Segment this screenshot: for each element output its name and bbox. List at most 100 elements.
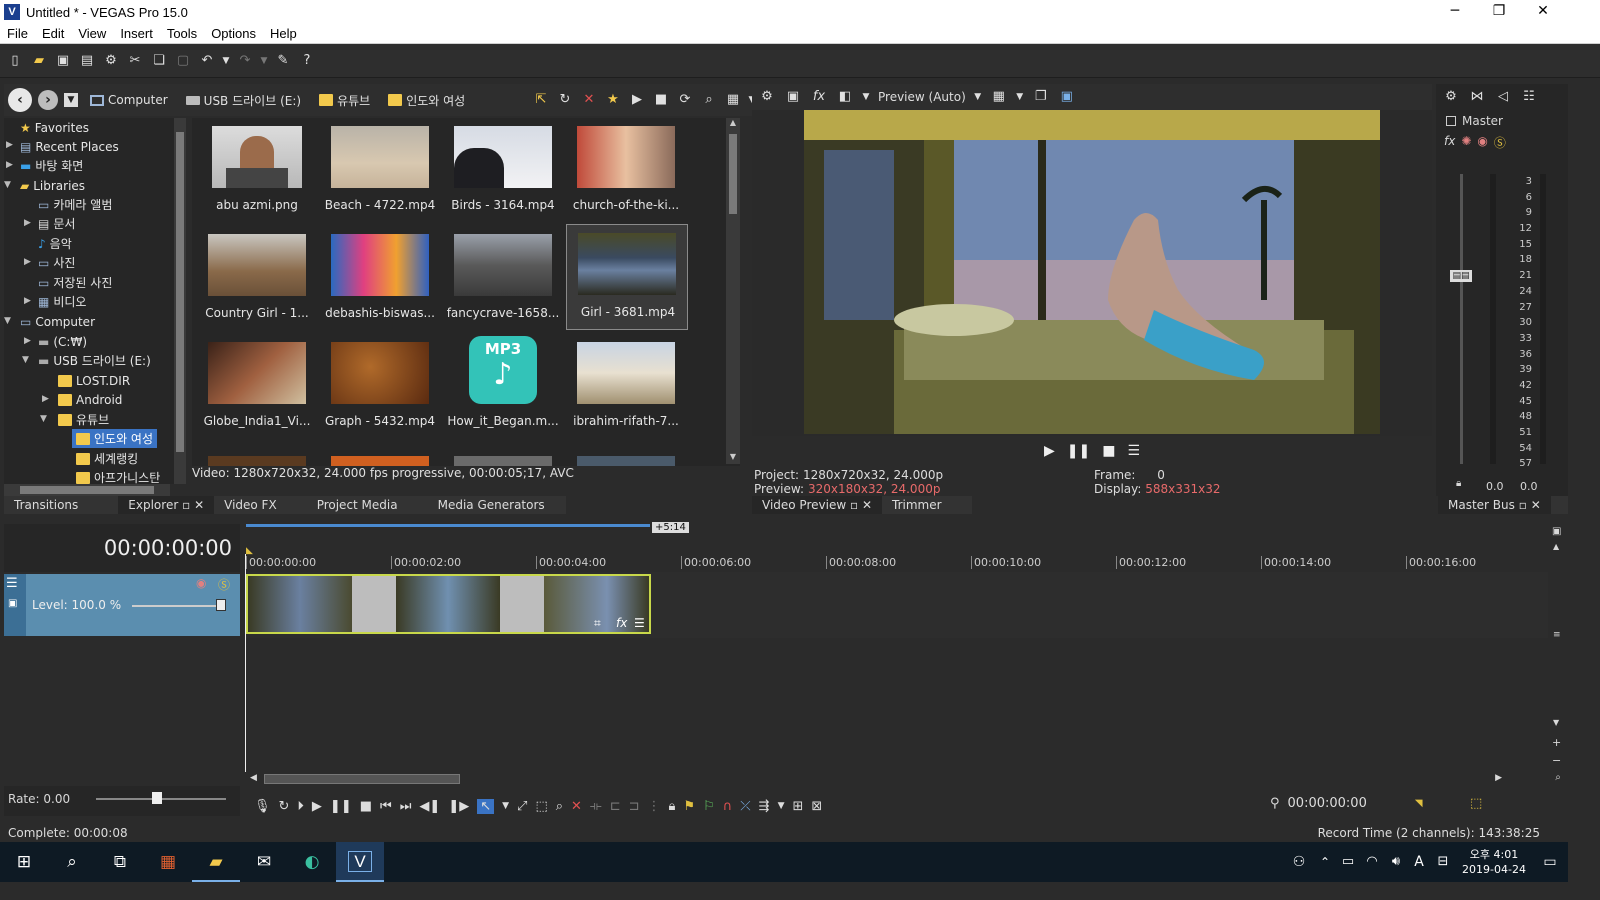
master-settings-icon[interactable]: ⚙: [1442, 88, 1460, 106]
automation-gear-icon[interactable]: ✺: [1461, 134, 1471, 151]
preview-settings-icon[interactable]: ⚙: [758, 88, 776, 106]
menu-view[interactable]: View: [71, 26, 113, 41]
expand-caret-icon[interactable]: ▶: [24, 336, 31, 346]
file-thumb[interactable]: ibrahim-rifath-7...: [561, 334, 683, 440]
taskbar-clock[interactable]: 오후 4:01 2019-04-24: [1456, 847, 1532, 877]
file-thumb-selected[interactable]: Girl - 3681.mp4: [566, 224, 688, 330]
split-icon[interactable]: ⋮: [648, 799, 661, 814]
cut-icon[interactable]: ✂: [126, 52, 144, 70]
browser-icon[interactable]: ◐: [288, 842, 336, 882]
tree-scrollbar[interactable]: [174, 118, 186, 484]
master-fader-track[interactable]: [1460, 174, 1463, 464]
tree-music[interactable]: ♪ 음악: [38, 234, 72, 253]
preview-quality-select[interactable]: Preview (Auto): [878, 90, 966, 104]
ignore-grouping-icon[interactable]: ⊠: [811, 799, 822, 814]
insert-region-icon[interactable]: ⚐: [703, 799, 715, 814]
close-tab-icon[interactable]: ✕: [1531, 498, 1541, 512]
file-thumb[interactable]: Country Girl - 1...: [192, 226, 314, 332]
scroll-thumb[interactable]: [729, 134, 737, 214]
open-folder-icon[interactable]: ▰: [30, 52, 48, 70]
tree-documents[interactable]: ▤ 문서: [38, 214, 75, 233]
windows-start-icon[interactable]: ⊞: [0, 842, 48, 882]
menu-options[interactable]: Options: [204, 26, 263, 41]
search-icon[interactable]: ⌕: [700, 91, 718, 109]
play-from-start-icon[interactable]: ⏵: [297, 799, 304, 814]
new-file-icon[interactable]: ▯: [6, 52, 24, 70]
master-checkbox[interactable]: [1446, 116, 1456, 126]
undock-icon[interactable]: ▫: [1519, 498, 1527, 512]
snapping-icon[interactable]: ∩: [723, 799, 733, 814]
zoom-in-icon[interactable]: +: [1552, 736, 1561, 749]
file-thumb[interactable]: Graph - 5432.mp4: [315, 334, 437, 440]
tree-hscrollbar[interactable]: [4, 484, 170, 496]
maximize-button[interactable]: ❐: [1476, 0, 1522, 24]
show-hidden-icons[interactable]: ⌃: [1314, 842, 1336, 882]
tab-video-preview[interactable]: Video Preview ▫ ✕: [752, 496, 883, 514]
undock-icon[interactable]: ▫: [850, 498, 858, 512]
refresh-icon[interactable]: ↻: [556, 91, 574, 109]
clip-fx-icon[interactable]: fx: [616, 616, 627, 630]
tree-usb-drive[interactable]: ▬ USB 드라이브 (E:): [38, 351, 151, 370]
video-clip[interactable]: ⌗ fx ☰: [246, 574, 651, 634]
loop-playback-icon[interactable]: ↻: [279, 799, 290, 814]
battery-icon[interactable]: ▭: [1336, 842, 1360, 882]
notifications-icon[interactable]: ▭: [1532, 842, 1568, 882]
expand-caret-icon[interactable]: ▶: [24, 296, 31, 306]
save-as-icon[interactable]: ▤: [78, 52, 96, 70]
file-thumb[interactable]: abu azmi.png: [192, 118, 314, 224]
tree-videos[interactable]: ▦ 비디오: [38, 292, 86, 311]
zoom-tool-icon[interactable]: ⌕: [1548, 772, 1568, 786]
pause-icon[interactable]: ❚❚: [330, 799, 352, 814]
quality-dropdown-icon[interactable]: ▼: [974, 88, 982, 106]
master-fader-knob[interactable]: ▤▤: [1450, 270, 1472, 282]
next-frame-icon[interactable]: ❚▶: [448, 799, 469, 814]
stop-icon[interactable]: ■: [360, 799, 372, 814]
selection-length-icon[interactable]: ⬚: [1470, 796, 1482, 811]
wifi-icon[interactable]: ◠: [1360, 842, 1384, 882]
stop-icon[interactable]: ■: [1102, 443, 1115, 459]
tab-media-generators[interactable]: Media Generators: [428, 496, 555, 514]
tree-saved-pictures[interactable]: ▭ 저장된 사진: [38, 273, 112, 292]
close-tab-icon[interactable]: ✕: [194, 498, 204, 512]
mail-icon[interactable]: ✉: [240, 842, 288, 882]
vertical-scroll-thumb[interactable]: ≡: [1553, 630, 1561, 640]
tree-desktop[interactable]: ▬ 바탕 화면: [20, 156, 83, 175]
overlays-grid-icon[interactable]: ▦: [990, 88, 1008, 106]
volume-icon[interactable]: 🔊︎: [1384, 842, 1408, 882]
delete-icon[interactable]: ✕: [580, 91, 598, 109]
marker-icon[interactable]: ▣: [1552, 526, 1561, 537]
save-icon[interactable]: ▣: [54, 52, 72, 70]
copy-snapshot-icon[interactable]: ❐: [1032, 88, 1050, 106]
video-fx-icon[interactable]: fx: [810, 88, 828, 106]
mute-icon[interactable]: ◉: [196, 576, 206, 590]
file-thumb[interactable]: MP3 ♪ How_it_Began.m...: [438, 334, 560, 440]
close-tab-icon[interactable]: ✕: [862, 498, 872, 512]
record-icon[interactable]: 🎙︎: [254, 799, 271, 814]
scroll-down-icon[interactable]: ▼: [726, 452, 740, 464]
properties-icon[interactable]: ✎: [274, 52, 292, 70]
loop-region-bar[interactable]: [246, 524, 650, 527]
delete-icon[interactable]: ✕: [571, 799, 582, 814]
mute-icon[interactable]: ◉: [1477, 134, 1487, 151]
back-arrow-icon[interactable]: ‹: [8, 88, 32, 112]
zoom-out-icon[interactable]: −: [1552, 754, 1561, 767]
tab-transitions[interactable]: Transitions: [4, 496, 88, 514]
tree-c-drive[interactable]: ▬ (C:₩): [38, 332, 87, 351]
play-icon[interactable]: ▶: [1044, 443, 1055, 459]
expand-caret-icon[interactable]: ▶: [42, 394, 49, 404]
normal-edit-tool-icon[interactable]: ↖: [477, 798, 495, 814]
track-menu-icon[interactable]: ☰: [6, 576, 18, 591]
downmix-icon[interactable]: ⋈: [1468, 88, 1486, 106]
zoom-edit-tool-icon[interactable]: ⌕: [556, 799, 563, 814]
undo-icon[interactable]: ↶: [198, 52, 216, 70]
tree-camera-album[interactable]: ▭ 카메라 앨범: [38, 195, 112, 214]
tree-youtube[interactable]: 유튜브: [58, 410, 109, 429]
collapse-caret-icon[interactable]: ▼: [22, 355, 29, 365]
tab-video-fx[interactable]: Video FX: [214, 496, 287, 514]
settings-gear-icon[interactable]: ⚙: [102, 52, 120, 70]
video-track-area[interactable]: ⌗ fx ☰: [246, 572, 1548, 638]
menu-file[interactable]: File: [0, 26, 35, 41]
tree-lost-dir[interactable]: LOST.DIR: [58, 371, 130, 390]
tree-afghanistan[interactable]: 아프가니스탄: [76, 468, 160, 484]
trim-end-icon[interactable]: ⊐: [629, 799, 640, 814]
